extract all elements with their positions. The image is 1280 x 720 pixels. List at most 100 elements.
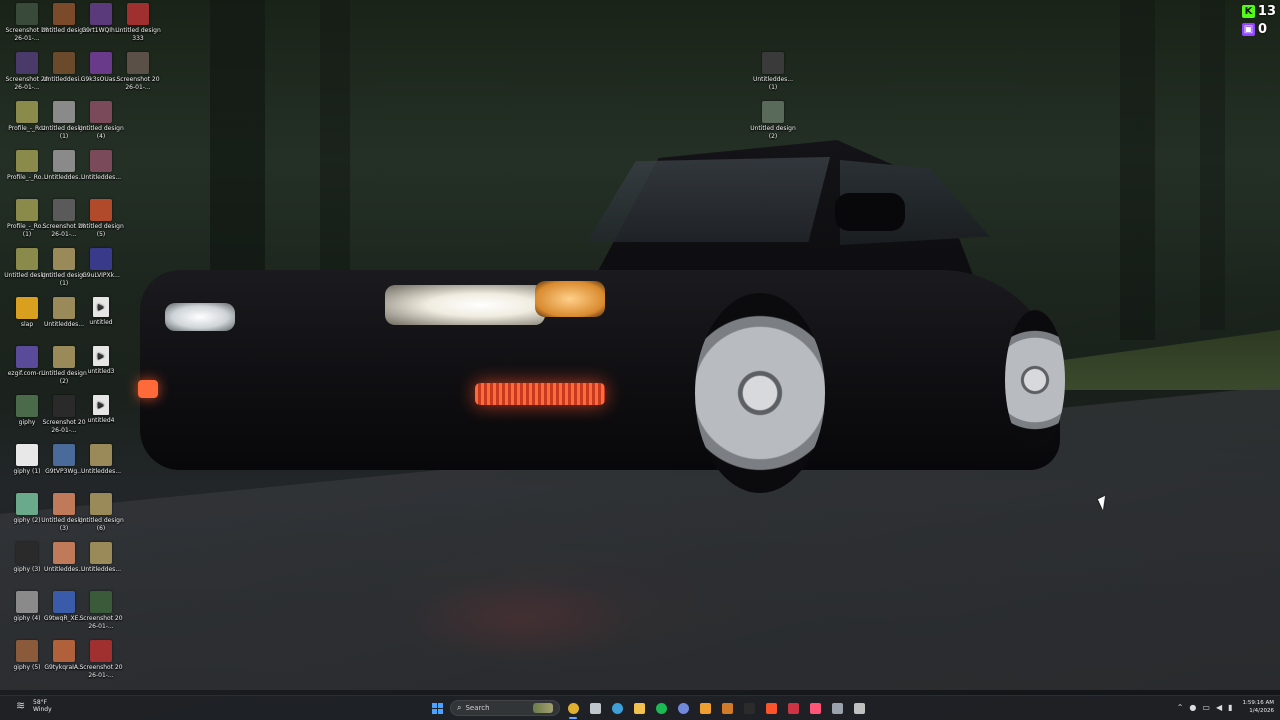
fog-light [475, 383, 605, 405]
image-thumbnail [90, 444, 112, 466]
image-thumbnail [16, 444, 38, 466]
search-highlight-image [533, 703, 553, 713]
desktop-icon-label: Untitled design (5) [78, 223, 124, 238]
desktop-icon-label: Untitleddes... (1) [752, 76, 794, 91]
turn-signal-light [535, 281, 605, 317]
chrome-icon [567, 702, 579, 714]
desktop-icon[interactable]: Screenshot 2026-01-... [115, 52, 161, 92]
taskbar-app-button[interactable] [564, 699, 582, 719]
desktop-icon[interactable]: Untitleddes... [78, 150, 124, 182]
front-wheel [695, 293, 825, 493]
screenshot-thumbnail [53, 199, 75, 221]
taskbar-app-button[interactable] [696, 699, 714, 717]
image-thumbnail [53, 493, 75, 515]
desktop-icon[interactable]: Screenshot 2026-01-... [78, 640, 124, 680]
image-thumbnail [53, 150, 75, 172]
desktop-icon-label: Screenshot 2026-01-... [79, 664, 123, 679]
image-thumbnail [90, 542, 112, 564]
screenshot-thumbnail [127, 52, 149, 74]
taskbar-app-button[interactable] [740, 699, 758, 717]
desktop-icon[interactable]: ▶ untitled3 [78, 346, 124, 376]
desktop-icon[interactable]: Untitled design (2) [750, 101, 796, 141]
network-icon[interactable]: ▭ [1202, 703, 1210, 712]
desktop-icon-label: Untitleddes... [80, 174, 122, 181]
screenshot-thumbnail [16, 3, 38, 25]
image-thumbnail [90, 3, 112, 25]
volume-icon[interactable]: ◀ [1216, 703, 1222, 712]
image-thumbnail [16, 395, 38, 417]
image-thumbnail [127, 3, 149, 25]
headlight-left [165, 303, 235, 331]
image-thumbnail [16, 591, 38, 613]
media-file-icon: ▶ [93, 346, 109, 366]
taskbar-app-button[interactable] [586, 699, 604, 717]
taskbar-app-button[interactable] [828, 699, 846, 717]
desktop-icon[interactable]: Untitleddes... [78, 542, 124, 574]
taskbar-app-button[interactable] [652, 699, 670, 717]
car-mirror [835, 193, 905, 231]
taskbar-app-button[interactable] [762, 699, 780, 717]
app-icon [853, 702, 865, 714]
start-button[interactable] [428, 699, 446, 717]
image-thumbnail [16, 297, 38, 319]
taskbar-search[interactable]: ⌕ Search [450, 700, 560, 716]
desktop-icon[interactable]: ▶ untitled4 [78, 395, 124, 425]
desktop-wallpaper [0, 0, 1280, 720]
taskbar-app-button[interactable] [806, 699, 824, 717]
weather-temperature: 58°F [33, 699, 48, 706]
weather-text: 58°F Windy [33, 699, 52, 713]
rear-wheel [1005, 310, 1065, 450]
windows-start-icon [431, 702, 443, 714]
desktop-icon[interactable]: Untitled design (5) [78, 199, 124, 239]
desktop-icon[interactable]: Screenshot 2026-01-... [78, 591, 124, 631]
taskbar-app-button[interactable] [608, 699, 626, 717]
chevron-up-icon[interactable]: ⌃ [1177, 703, 1184, 712]
image-thumbnail [16, 199, 38, 221]
desktop-icon-label: Untitled design (4) [78, 125, 124, 140]
settings-icon [831, 702, 843, 714]
desktop-icon-label: Screenshot 2026-01-... [79, 615, 123, 630]
twitch-icon: ▣ [1242, 22, 1255, 36]
desktop-icon[interactable]: Untitled design (6) [78, 493, 124, 533]
desktop-icon[interactable]: Untitleddes... (1) [750, 52, 796, 92]
file-explorer-icon [633, 702, 645, 714]
image-thumbnail [16, 640, 38, 662]
battery-icon[interactable]: ▮ [1228, 703, 1232, 712]
image-thumbnail [53, 640, 75, 662]
desktop-icon[interactable]: ▶ untitled [78, 297, 124, 327]
kick-viewer-count: 13 [1257, 3, 1276, 19]
taskbar-app-button[interactable] [718, 699, 736, 717]
screenshot-thumbnail [90, 640, 112, 662]
image-thumbnail [53, 101, 75, 123]
side-marker-light [138, 380, 158, 398]
image-thumbnail [53, 248, 75, 270]
desktop-icon[interactable]: Untitled design333 [115, 3, 161, 43]
taskbar-app-button[interactable] [630, 699, 648, 717]
clock[interactable]: 1:59:16 AM 1/4/2026 [1243, 699, 1274, 715]
weather-widget[interactable]: ≋ 58°F Windy [16, 699, 52, 713]
image-thumbnail [53, 542, 75, 564]
app-icon [809, 702, 821, 714]
taskbar-app-button[interactable] [784, 699, 802, 717]
desktop-icon[interactable]: Untitled design (4) [78, 101, 124, 141]
media-file-icon: ▶ [93, 395, 109, 415]
microphone-icon[interactable]: ● [1189, 703, 1196, 712]
desktop-icon[interactable]: Untitleddes... [78, 444, 124, 476]
stream-overlay: K 13 ▣ 0 [1242, 2, 1276, 38]
image-thumbnail [90, 493, 112, 515]
desktop-icon-label: Untitled design (6) [78, 517, 124, 532]
wind-icon: ≋ [16, 699, 26, 712]
app-icon [721, 702, 733, 714]
task-view-icon [589, 702, 601, 714]
taskbar-app-button[interactable] [850, 699, 868, 717]
taskbar-app-button[interactable] [674, 699, 692, 717]
desktop-icon[interactable]: G9uLVIPXk... [78, 248, 124, 280]
car-windshield [587, 157, 830, 242]
image-thumbnail [16, 248, 38, 270]
taskbar-apps: ⌕ Search [428, 699, 868, 719]
desktop-icon-label: Untitleddes... [80, 468, 122, 475]
image-thumbnail [53, 297, 75, 319]
clock-time: 1:59:16 AM [1242, 700, 1274, 706]
app-icon [787, 702, 799, 714]
image-thumbnail [16, 346, 38, 368]
